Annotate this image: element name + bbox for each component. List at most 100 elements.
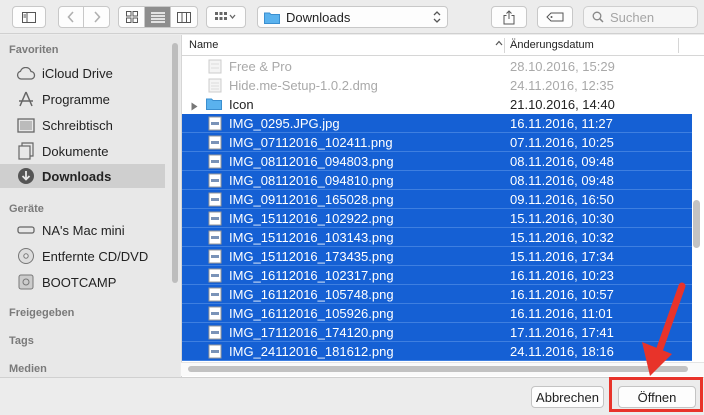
tags-heading: Tags: [9, 335, 34, 347]
sidebar-item-remote-disc[interactable]: Entfernte CD/DVD: [0, 244, 165, 268]
sidebar-scrollbar-thumb[interactable]: [172, 43, 178, 283]
file-row[interactable]: IMG_08112016_094803.png 08.11.2016, 09:48: [182, 152, 692, 171]
file-row[interactable]: IMG_0295.JPG.jpg 16.11.2016, 11:27: [182, 114, 692, 133]
file-row[interactable]: IMG_09112016_165028.png 09.11.2016, 16:50: [182, 190, 692, 209]
image-file-icon: [208, 173, 222, 188]
file-row[interactable]: IMG_16112016_105926.png 16.11.2016, 11:01: [182, 304, 692, 323]
file-name: IMG_16112016_105748.png: [229, 287, 394, 302]
sidebar-item-programme[interactable]: Programme: [0, 87, 165, 111]
image-file-icon: [208, 344, 222, 359]
sidebar-item-label: Programme: [42, 91, 110, 107]
downloads-icon: [16, 166, 36, 186]
file-row[interactable]: IMG_16112016_105748.png 16.11.2016, 10:57: [182, 285, 692, 304]
file-row[interactable]: IMG_17112016_174120.png 17.11.2016, 17:41: [182, 323, 692, 342]
dmg-file-icon: [208, 78, 222, 93]
file-row[interactable]: IMG_24112016_181612.png 24.11.2016, 18:16: [182, 342, 692, 361]
file-row[interactable]: Icon 21.10.2016, 14:40: [182, 95, 692, 114]
applications-icon: [16, 89, 36, 109]
folder-icon: [206, 97, 222, 112]
tag-icon: [546, 12, 564, 22]
sidebar-item-schreibtisch[interactable]: Schreibtisch: [0, 113, 165, 137]
sidebar-item-mac-mini[interactable]: NA's Mac mini: [0, 218, 165, 242]
search-field[interactable]: Suchen: [583, 6, 698, 28]
column-header-date[interactable]: Änderungsdatum: [510, 39, 594, 51]
file-row[interactable]: IMG_15112016_103143.png 15.11.2016, 10:32: [182, 228, 692, 247]
file-row[interactable]: IMG_15112016_173435.png 15.11.2016, 17:34: [182, 247, 692, 266]
sidebar-item-bootcamp[interactable]: BOOTCAMP: [0, 270, 165, 294]
sidebar-item-downloads[interactable]: Downloads: [0, 164, 165, 188]
view-mode-buttons: [118, 6, 198, 28]
path-popup[interactable]: Downloads: [257, 6, 448, 28]
share-icon: [503, 9, 515, 24]
column-view-button[interactable]: [171, 7, 197, 27]
image-file-icon: [208, 135, 222, 150]
file-date: 15.11.2016, 17:34: [510, 249, 614, 264]
file-name: IMG_0295.JPG.jpg: [229, 116, 340, 131]
disclosure-triangle-icon[interactable]: [191, 99, 198, 114]
sidebar-item-label: BOOTCAMP: [42, 274, 117, 290]
cancel-button[interactable]: Abbrechen: [531, 386, 604, 408]
column-divider[interactable]: [678, 38, 679, 53]
documents-icon: [16, 141, 36, 161]
list-view-button[interactable]: [145, 7, 171, 27]
share-button[interactable]: [491, 6, 527, 28]
column-divider[interactable]: [504, 38, 505, 53]
file-date: 21.10.2016, 14:40: [510, 97, 615, 112]
sidebar-toggle-button[interactable]: [12, 6, 46, 28]
folder-icon: [264, 12, 280, 24]
image-file-icon: [208, 287, 222, 302]
image-file-icon: [208, 154, 222, 169]
tag-button[interactable]: [537, 6, 573, 28]
file-row[interactable]: IMG_07112016_102411.png 07.11.2016, 10:25: [182, 133, 692, 152]
row-divider: [182, 360, 692, 361]
file-date: 16.11.2016, 11:01: [510, 306, 613, 321]
list-view-icon: [150, 11, 165, 23]
file-date: 24.11.2016, 12:35: [510, 78, 614, 93]
file-row[interactable]: Hide.me-Setup-1.0.2.dmg 24.11.2016, 12:35: [182, 76, 692, 95]
sidebar-item-label: Entfernte CD/DVD: [42, 248, 149, 264]
image-file-icon: [208, 325, 222, 340]
drive-icon: [16, 272, 36, 292]
file-date: 15.11.2016, 10:32: [510, 230, 614, 245]
sidebar-toggle-icon: [22, 11, 36, 23]
computer-icon: [16, 220, 36, 240]
path-label: Downloads: [286, 9, 351, 25]
group-button[interactable]: [206, 6, 246, 28]
icon-view-button[interactable]: [119, 7, 145, 27]
file-row[interactable]: IMG_15112016_102922.png 15.11.2016, 10:30: [182, 209, 692, 228]
list-scrollbar-thumb[interactable]: [693, 200, 700, 248]
file-row[interactable]: Free & Pro 28.10.2016, 15:29: [182, 57, 692, 76]
shared-heading: Freigegeben: [9, 307, 75, 319]
sidebar-item-dokumente[interactable]: Dokumente: [0, 139, 165, 163]
sidebar-item-icloud-drive[interactable]: iCloud Drive: [0, 61, 165, 85]
file-list: Name Änderungsdatum Free & Pro 28.10.2016…: [181, 35, 704, 377]
forward-button[interactable]: [84, 7, 109, 27]
app-file-icon: [208, 59, 222, 74]
column-header-name[interactable]: Name: [189, 39, 218, 51]
image-file-icon: [208, 306, 222, 321]
file-name: IMG_08112016_094810.png: [229, 173, 394, 188]
file-name: Free & Pro: [229, 59, 292, 74]
icon-view-icon: [125, 11, 138, 23]
column-view-icon: [177, 11, 191, 23]
file-row[interactable]: IMG_08112016_094810.png 08.11.2016, 09:48: [182, 171, 692, 190]
back-button[interactable]: [59, 7, 84, 27]
sidebar-item-label: Schreibtisch: [42, 117, 113, 133]
chevron-updown-icon: [433, 11, 441, 23]
file-row[interactable]: IMG_16112016_102317.png 16.11.2016, 10:23: [182, 266, 692, 285]
file-name: IMG_07112016_102411.png: [229, 135, 393, 150]
file-name: IMG_15112016_102922.png: [229, 211, 394, 226]
image-file-icon: [208, 192, 222, 207]
file-name: IMG_16112016_105926.png: [229, 306, 394, 321]
bottom-bar: Abbrechen Öffnen: [0, 377, 704, 415]
column-header: Name Änderungsdatum: [182, 35, 704, 56]
file-date: 16.11.2016, 11:27: [510, 116, 613, 131]
file-date: 16.11.2016, 10:57: [510, 287, 614, 302]
horizontal-scrollbar-thumb[interactable]: [188, 366, 688, 372]
file-date: 24.11.2016, 18:16: [510, 344, 614, 359]
favorites-heading: Favoriten: [9, 44, 59, 56]
group-icon: [215, 12, 236, 20]
disc-icon: [16, 246, 36, 266]
sidebar-item-label: Dokumente: [42, 143, 109, 159]
image-file-icon: [208, 249, 222, 264]
